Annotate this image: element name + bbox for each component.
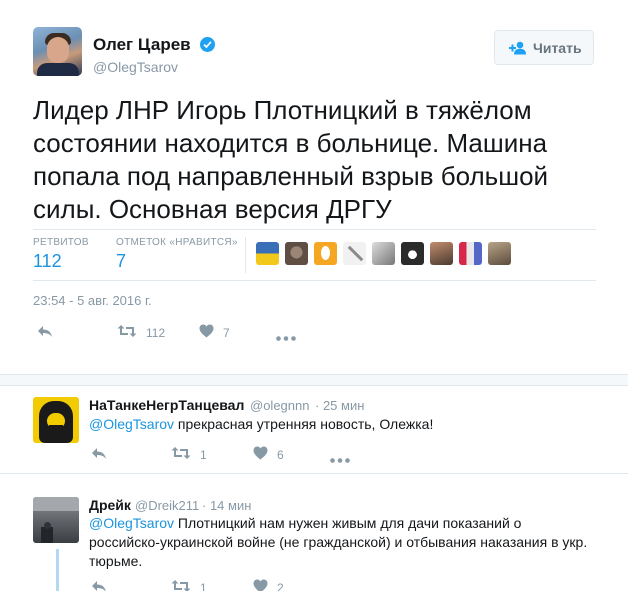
add-user-icon: [509, 41, 527, 58]
retweets-label: РЕТВИТОВ: [33, 237, 89, 248]
stats-divider-top: [33, 229, 596, 230]
liker-avatar[interactable]: [430, 242, 453, 265]
reply-tweet[interactable]: Дрейк @Dreik211 · 14 мин @OlegTsarov Пло…: [0, 474, 628, 591]
likes-label: ОТМЕТОК «НРАВИТСЯ»: [116, 237, 238, 248]
tweet-text: Лидер ЛНР Игорь Плотницкий в тяжёлом сос…: [33, 95, 549, 224]
tweet-timestamp[interactable]: 23:54 - 5 авг. 2016 г.: [33, 293, 152, 308]
like-count: 6: [277, 447, 284, 462]
reply-text: @OlegTsarov прекрасная утренняя новость,…: [89, 416, 434, 432]
liker-avatar[interactable]: [401, 242, 424, 265]
like-count: 2: [277, 580, 284, 591]
retweet-icon: [117, 324, 137, 341]
author-name[interactable]: Олег Царев: [93, 35, 191, 55]
reply-icon: [37, 325, 53, 341]
reply-icon: [91, 447, 107, 463]
author-avatar[interactable]: [33, 27, 82, 76]
like-count: 7: [223, 325, 230, 340]
reply-avatar[interactable]: [33, 497, 79, 543]
retweet-button[interactable]: 1: [171, 579, 207, 591]
like-button[interactable]: 7: [199, 324, 230, 341]
thread-connector-line: [56, 549, 59, 591]
reply-author-name[interactable]: НаТанкеНегрТанцевал: [89, 397, 244, 413]
liker-avatar[interactable]: [343, 242, 366, 265]
retweet-icon: [171, 579, 191, 591]
reply-time[interactable]: · 25 мин: [315, 398, 364, 413]
liker-avatar[interactable]: [256, 242, 279, 265]
liker-avatar[interactable]: [459, 242, 482, 265]
verified-badge-icon: [200, 37, 215, 52]
retweet-count: 1: [200, 447, 207, 462]
retweet-icon: [171, 446, 191, 463]
more-button[interactable]: [330, 452, 350, 466]
reply-icon: [91, 580, 107, 591]
stats-separator: [245, 237, 246, 273]
liker-avatar[interactable]: [372, 242, 395, 265]
follow-label: Читать: [533, 40, 582, 56]
reply-author-name[interactable]: Дрейк: [89, 497, 131, 513]
likes-count[interactable]: 7: [116, 251, 126, 272]
reply-text: @OlegTsarov Плотницкий нам нужен живым д…: [89, 515, 588, 569]
reply-author-handle[interactable]: @Dreik211: [135, 498, 199, 513]
reply-button[interactable]: [91, 447, 107, 463]
more-dots-icon: [330, 452, 350, 466]
more-button[interactable]: [276, 330, 296, 344]
reply-button[interactable]: [91, 580, 107, 591]
reply-author-handle[interactable]: @olegnnn: [250, 398, 309, 413]
reply-button[interactable]: [37, 325, 53, 341]
mention-link[interactable]: @OlegTsarov: [89, 416, 174, 432]
retweet-button[interactable]: 112: [117, 324, 165, 341]
liker-avatar[interactable]: [314, 242, 337, 265]
author-handle[interactable]: @OlegTsarov: [93, 59, 178, 75]
section-gap: [0, 374, 628, 386]
mention-link[interactable]: @OlegTsarov: [89, 515, 174, 531]
reply-time[interactable]: · 14 мин: [202, 498, 251, 513]
like-button[interactable]: 2: [253, 579, 284, 591]
main-tweet: Олег Царев @OlegTsarov Читать Лидер ЛНР …: [0, 0, 628, 374]
like-button[interactable]: 6: [253, 446, 284, 463]
retweets-count[interactable]: 112: [33, 251, 62, 272]
heart-icon: [199, 324, 214, 341]
follow-button[interactable]: Читать: [494, 30, 594, 65]
heart-icon: [253, 579, 268, 591]
retweet-count: 112: [146, 325, 166, 340]
liker-avatar[interactable]: [488, 242, 511, 265]
retweet-button[interactable]: 1: [171, 446, 207, 463]
heart-icon: [253, 446, 268, 463]
retweet-count: 1: [200, 580, 207, 591]
liker-avatar[interactable]: [285, 242, 308, 265]
reply-avatar[interactable]: [33, 397, 79, 443]
reply-tweet[interactable]: НаТанкеНегрТанцевал @olegnnn · 25 мин @O…: [0, 387, 628, 473]
more-dots-icon: [276, 330, 296, 344]
stats-divider-bottom: [33, 280, 596, 281]
